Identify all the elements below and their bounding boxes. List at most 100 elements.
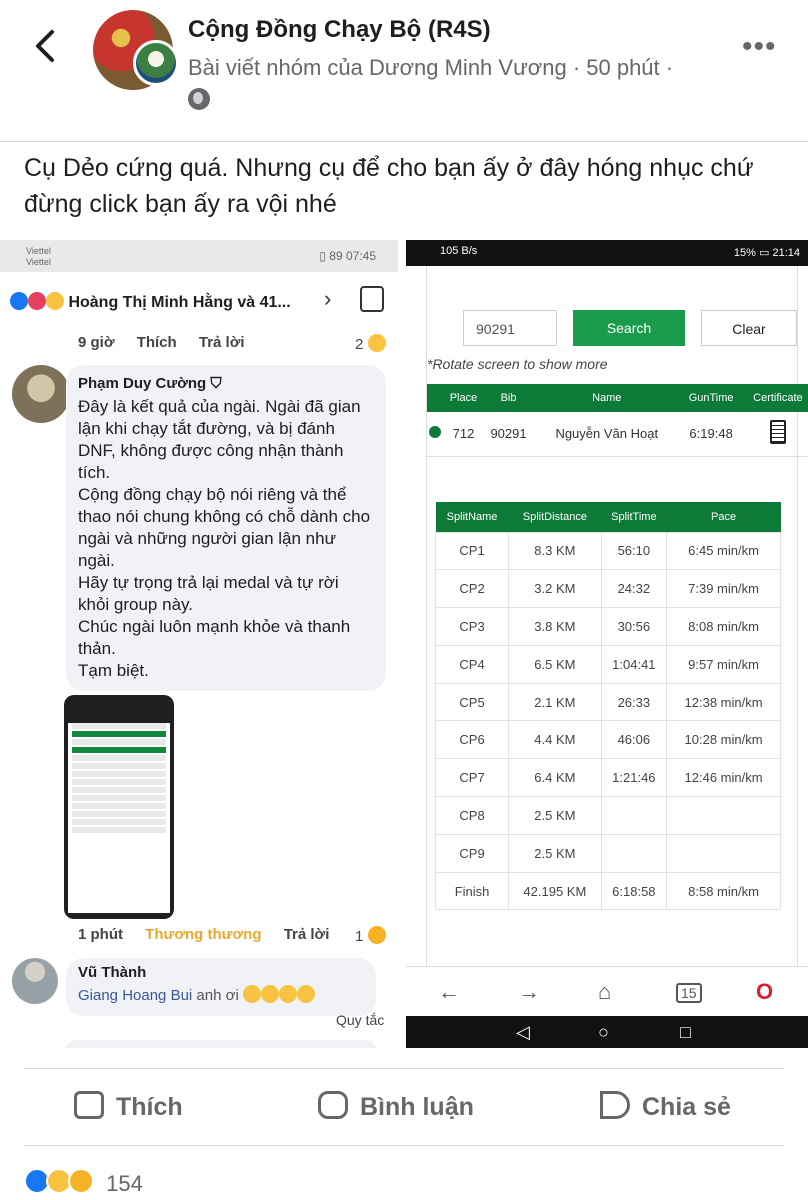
split-cell: CP8 <box>434 796 510 835</box>
clear-button[interactable]: Clear <box>701 310 797 346</box>
search-button[interactable]: Search <box>573 310 685 346</box>
commenter-name[interactable]: Phạm Duy Cường ⛉ <box>78 375 374 392</box>
group-name[interactable]: Cộng Đồng Chạy Bộ (R4S) <box>188 16 491 44</box>
android-back-icon[interactable]: ◁ <box>516 1022 530 1043</box>
split-cell: 9:57 min/km <box>666 644 781 684</box>
split-row: CP8 2.5 KM <box>434 796 781 835</box>
opera-menu-icon[interactable]: O <box>756 979 773 1005</box>
status-time: ▯ 89 07:45 <box>319 249 376 263</box>
rotate-note: *Rotate screen to show more <box>427 356 608 372</box>
wow-reaction-icon <box>68 1168 94 1194</box>
reaction-summary[interactable]: 154 <box>24 1168 143 1197</box>
comment-actions: 9 giờ Thích Trả lời <box>78 334 263 351</box>
chevron-right-icon[interactable]: › <box>324 286 331 312</box>
thumbnail-screen <box>68 723 170 913</box>
comment-bubble: Phạm Duy Cường ⛉ Đây là kết quả của ngài… <box>66 365 386 691</box>
split-cell: 6:18:58 <box>600 871 668 911</box>
react-count-number: 1 <box>355 928 364 945</box>
comment-reply[interactable]: Trả lời <box>199 334 245 351</box>
split-cell: 2.5 KM <box>508 833 602 873</box>
comment-input-preview[interactable] <box>66 1040 376 1048</box>
browser-nav-bar: ← → ⌂ 15 O <box>406 966 808 1016</box>
comment-like[interactable]: Thích <box>137 334 177 351</box>
comment-like[interactable]: Thương thương <box>145 926 261 943</box>
forward-arrow-icon[interactable]: → <box>518 979 540 1005</box>
split-cell: CP4 <box>434 644 510 684</box>
split-cell: 42.195 KM <box>508 871 602 911</box>
split-cell: 7:39 min/km <box>666 569 781 609</box>
like-outline-icon[interactable] <box>360 286 384 312</box>
certificate-icon[interactable] <box>742 412 808 457</box>
split-cell: 46:06 <box>600 720 668 760</box>
split-cell <box>600 833 668 873</box>
result-header: Name <box>534 384 680 412</box>
split-row: CP3 3.8 KM 30:56 8:08 min/km <box>434 607 781 646</box>
split-row: CP1 8.3 KM 56:10 6:45 min/km <box>434 531 781 571</box>
split-cell: CP6 <box>434 720 510 760</box>
commenter-avatar-2[interactable] <box>12 958 58 1004</box>
bib-cell: 90291 <box>482 412 535 457</box>
split-cell: 8:08 min/km <box>666 607 781 646</box>
left-status-bar: Viettel Viettel ▯ 89 07:45 <box>0 240 398 272</box>
post-meta: Bài viết nhóm của Dương Minh Vương · 50 … <box>188 52 678 116</box>
group-avatar[interactable] <box>93 10 179 100</box>
attached-screenshot-thumbnail[interactable] <box>64 695 174 919</box>
share-icon <box>600 1091 630 1119</box>
left-screenshot: Viettel Viettel ▯ 89 07:45 Hoàng Thị Min… <box>0 240 398 1048</box>
like-button[interactable]: Thích <box>74 1091 183 1122</box>
bib-search-input[interactable]: 90291 <box>463 310 557 346</box>
reactors-names: Hoàng Thị Minh Hằng và 41... <box>68 294 291 311</box>
more-options-icon[interactable]: ••• <box>742 30 777 64</box>
split-cell: 26:33 <box>600 682 668 722</box>
split-cell: 56:10 <box>600 531 668 571</box>
split-cell: 12:46 min/km <box>666 758 781 798</box>
split-cell: 10:28 min/km <box>666 720 781 760</box>
commenter-name-2[interactable]: Vũ Thành <box>78 964 364 981</box>
split-cell: Finish <box>434 871 510 911</box>
split-table: SplitName SplitDistance SplitTime Pace C… <box>434 502 781 911</box>
android-home-icon[interactable]: ○ <box>598 1022 609 1043</box>
laugh-icon <box>278 985 297 1003</box>
android-recents-icon[interactable]: □ <box>680 1022 691 1043</box>
comment-react-count-2: 1 <box>355 926 386 945</box>
post-text: Cụ Dẻo cứng quá. Nhưng cụ để cho bạn ấy … <box>24 154 754 218</box>
expand-dot-icon[interactable] <box>427 412 444 457</box>
split-header: SplitName <box>435 502 509 532</box>
comment-button[interactable]: Bình luận <box>318 1091 474 1122</box>
split-cell: 1:21:46 <box>600 758 668 798</box>
post-header: Cộng Đồng Chạy Bộ (R4S) Bài viết nhóm củ… <box>0 0 808 142</box>
right-screenshot: 105 B/s 15% ▭ 21:14 90291 Search Clear *… <box>406 240 808 1048</box>
split-cell: 6:45 min/km <box>666 531 781 571</box>
back-arrow-icon[interactable]: ← <box>438 979 460 1005</box>
split-row: CP7 6.4 KM 1:21:46 12:46 min/km <box>434 758 781 798</box>
name-cell: Nguyễn Văn Hoạt <box>534 412 680 457</box>
reactors-text: Hoàng Thị Minh Hằng và 41... <box>10 292 291 312</box>
reactors-bar[interactable]: Hoàng Thị Minh Hằng và 41... › <box>0 272 398 328</box>
result-row[interactable]: 712 90291 Nguyễn Văn Hoạt 6:19:48 <box>427 412 808 457</box>
laugh-icon <box>260 985 279 1003</box>
rules-link[interactable]: Quy tắc <box>336 1012 384 1028</box>
split-cell: 8:58 min/km <box>666 871 781 911</box>
result-header-spacer <box>427 384 444 412</box>
haha-reaction-icon <box>46 292 64 310</box>
result-header: Certificate <box>742 384 808 412</box>
clock: 21:14 <box>772 247 800 259</box>
back-arrow-icon[interactable] <box>30 26 60 66</box>
mention-link[interactable]: Giang Hoang Bui <box>78 987 192 1004</box>
commenter-avatar[interactable] <box>12 365 70 423</box>
tabs-icon[interactable]: 15 <box>676 983 702 1003</box>
split-cell: 30:56 <box>600 607 668 646</box>
home-icon[interactable]: ⌂ <box>598 979 611 1005</box>
split-cell <box>666 796 781 835</box>
split-cell: 4.4 KM <box>508 720 602 760</box>
laugh-icon <box>296 985 315 1003</box>
split-row: CP2 3.2 KM 24:32 7:39 min/km <box>434 569 781 609</box>
right-status-bar: 105 B/s 15% ▭ 21:14 <box>406 240 808 266</box>
comment-time: 1 phút <box>78 926 123 943</box>
clock: 07:45 <box>345 249 376 263</box>
comment-reply[interactable]: Trả lời <box>284 926 330 943</box>
split-cell: 2.5 KM <box>508 796 602 835</box>
comment-icon <box>318 1091 348 1119</box>
share-button[interactable]: Chia sẻ <box>600 1091 731 1122</box>
laugh-icon <box>242 985 261 1003</box>
